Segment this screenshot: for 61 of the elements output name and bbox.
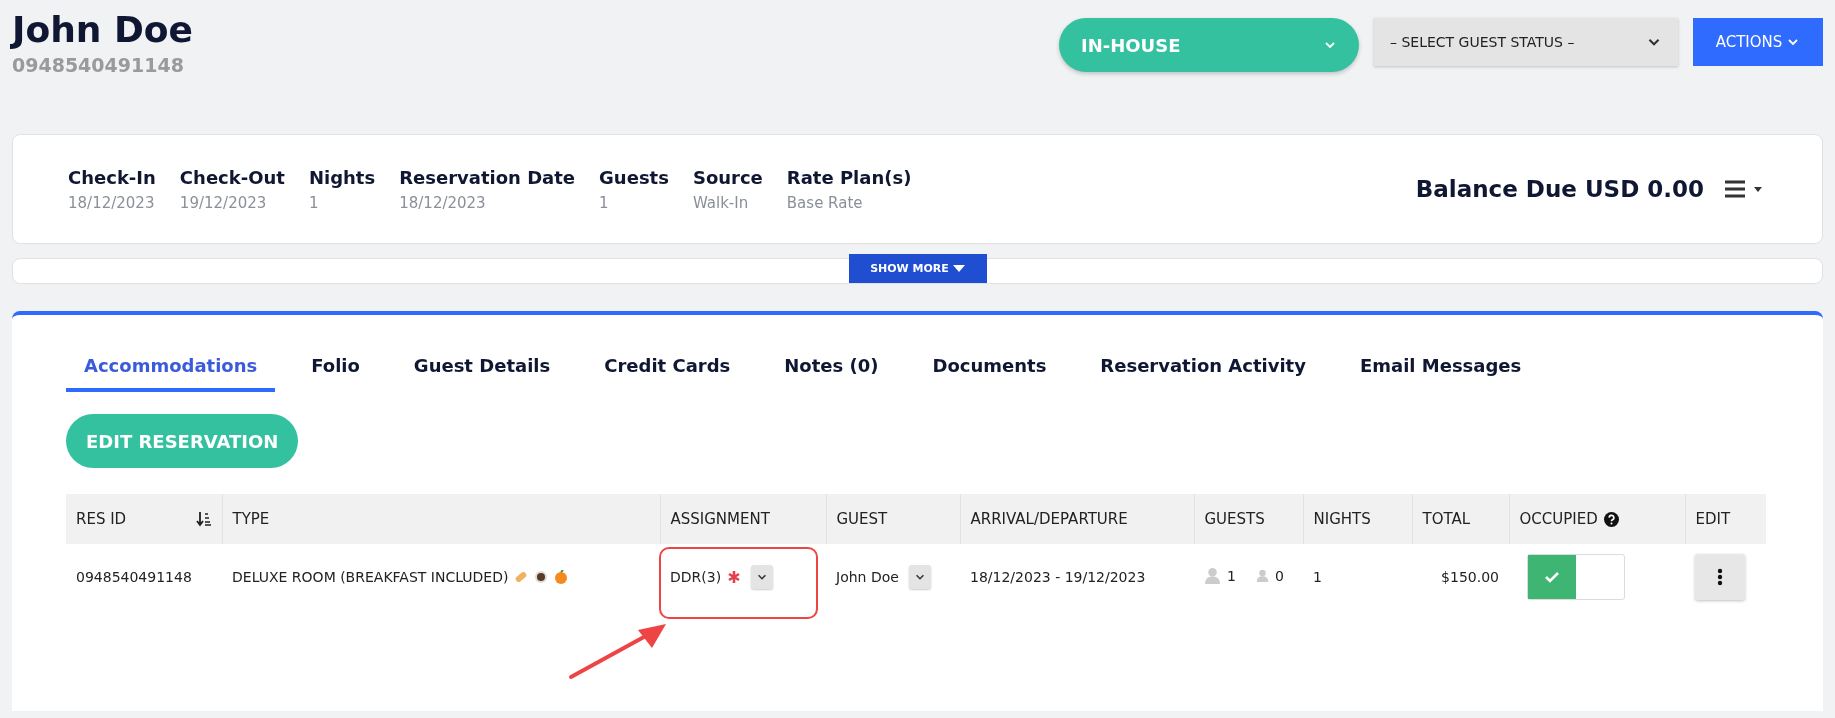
menu-icon[interactable] <box>1724 179 1762 199</box>
tab[interactable]: Email Messages <box>1341 345 1540 392</box>
field-value: 1 <box>599 193 610 212</box>
table-cell: 18/12/2023 - 19/12/2023 <box>960 544 1194 610</box>
tab[interactable]: Guest Details <box>395 345 569 392</box>
field-label: Check-In <box>68 166 156 188</box>
help-icon[interactable] <box>1603 511 1619 527</box>
table-cell: $150.00 <box>1412 544 1509 610</box>
field-value: Base Rate <box>786 193 864 212</box>
adult-count: 1 <box>1227 567 1236 584</box>
column-header: NIGHTS <box>1303 494 1412 544</box>
kebab-icon <box>1717 568 1723 586</box>
guest-name-cell: John Doe <box>836 569 899 585</box>
sort-icon[interactable] <box>195 511 212 527</box>
person-icon <box>1204 567 1221 584</box>
column-title: RES ID <box>76 510 127 528</box>
tab[interactable]: Folio <box>293 345 378 392</box>
guest-phone: 0948540491148 <box>12 54 185 76</box>
field-value: 1 <box>308 193 320 212</box>
tab[interactable]: Accommodations <box>66 345 276 392</box>
room-assignment: DDR(3) <box>670 569 722 585</box>
table-cell: 0948540491148 <box>66 544 222 610</box>
caret-down-icon <box>952 264 965 273</box>
field-value: 18/12/2023 <box>399 193 487 212</box>
balance-due: Balance Due USD 0.00 <box>1415 176 1704 202</box>
column-header: EDIT <box>1685 494 1766 544</box>
table-cell: 1 <box>1303 544 1412 610</box>
fruit-icon <box>554 570 569 584</box>
actions-button[interactable]: ACTIONS <box>1693 18 1823 66</box>
check-icon <box>1545 571 1559 583</box>
field-label: Reservation Date <box>399 166 576 188</box>
person-icon <box>1255 569 1269 582</box>
field-value: Walk-In <box>692 193 750 212</box>
tab[interactable]: Documents <box>914 345 1065 392</box>
column-header: ASSIGNMENT <box>660 494 826 544</box>
field-label: Rate Plan(s) <box>786 166 912 188</box>
tab[interactable]: Notes (0) <box>766 345 897 392</box>
field-label: Source <box>692 166 763 188</box>
room-type: DELUXE ROOM (BREAKFAST INCLUDED) <box>232 569 509 585</box>
guest-name: John Doe <box>12 10 193 50</box>
show-more-button[interactable]: SHOW MORE <box>848 254 987 283</box>
column-title: OCCUPIED <box>1519 510 1598 528</box>
child-count: 0 <box>1274 567 1284 584</box>
column-header: GUESTS <box>1194 494 1303 544</box>
occupied-toggle[interactable] <box>1527 554 1625 600</box>
tab[interactable]: Credit Cards <box>586 345 749 392</box>
cup-icon <box>534 570 549 584</box>
field-label: Guests <box>599 166 669 188</box>
field-label: Nights <box>308 166 376 188</box>
assignment-dropdown[interactable] <box>751 565 774 589</box>
field-value: 18/12/2023 <box>68 193 156 212</box>
guest-dropdown[interactable] <box>908 565 931 589</box>
column-header: TOTAL <box>1412 494 1509 544</box>
column-header: TYPE <box>222 494 660 544</box>
field-label: Check-Out <box>179 166 285 188</box>
guest-status-select[interactable]: – SELECT GUEST STATUS – <box>1374 18 1678 66</box>
more-options-button[interactable] <box>1695 554 1745 600</box>
column-header: ARRIVAL/DEPARTURE <box>960 494 1194 544</box>
tab[interactable]: Reservation Activity <box>1082 345 1324 392</box>
column-header: GUEST <box>826 494 960 544</box>
field-value: 19/12/2023 <box>179 193 268 212</box>
